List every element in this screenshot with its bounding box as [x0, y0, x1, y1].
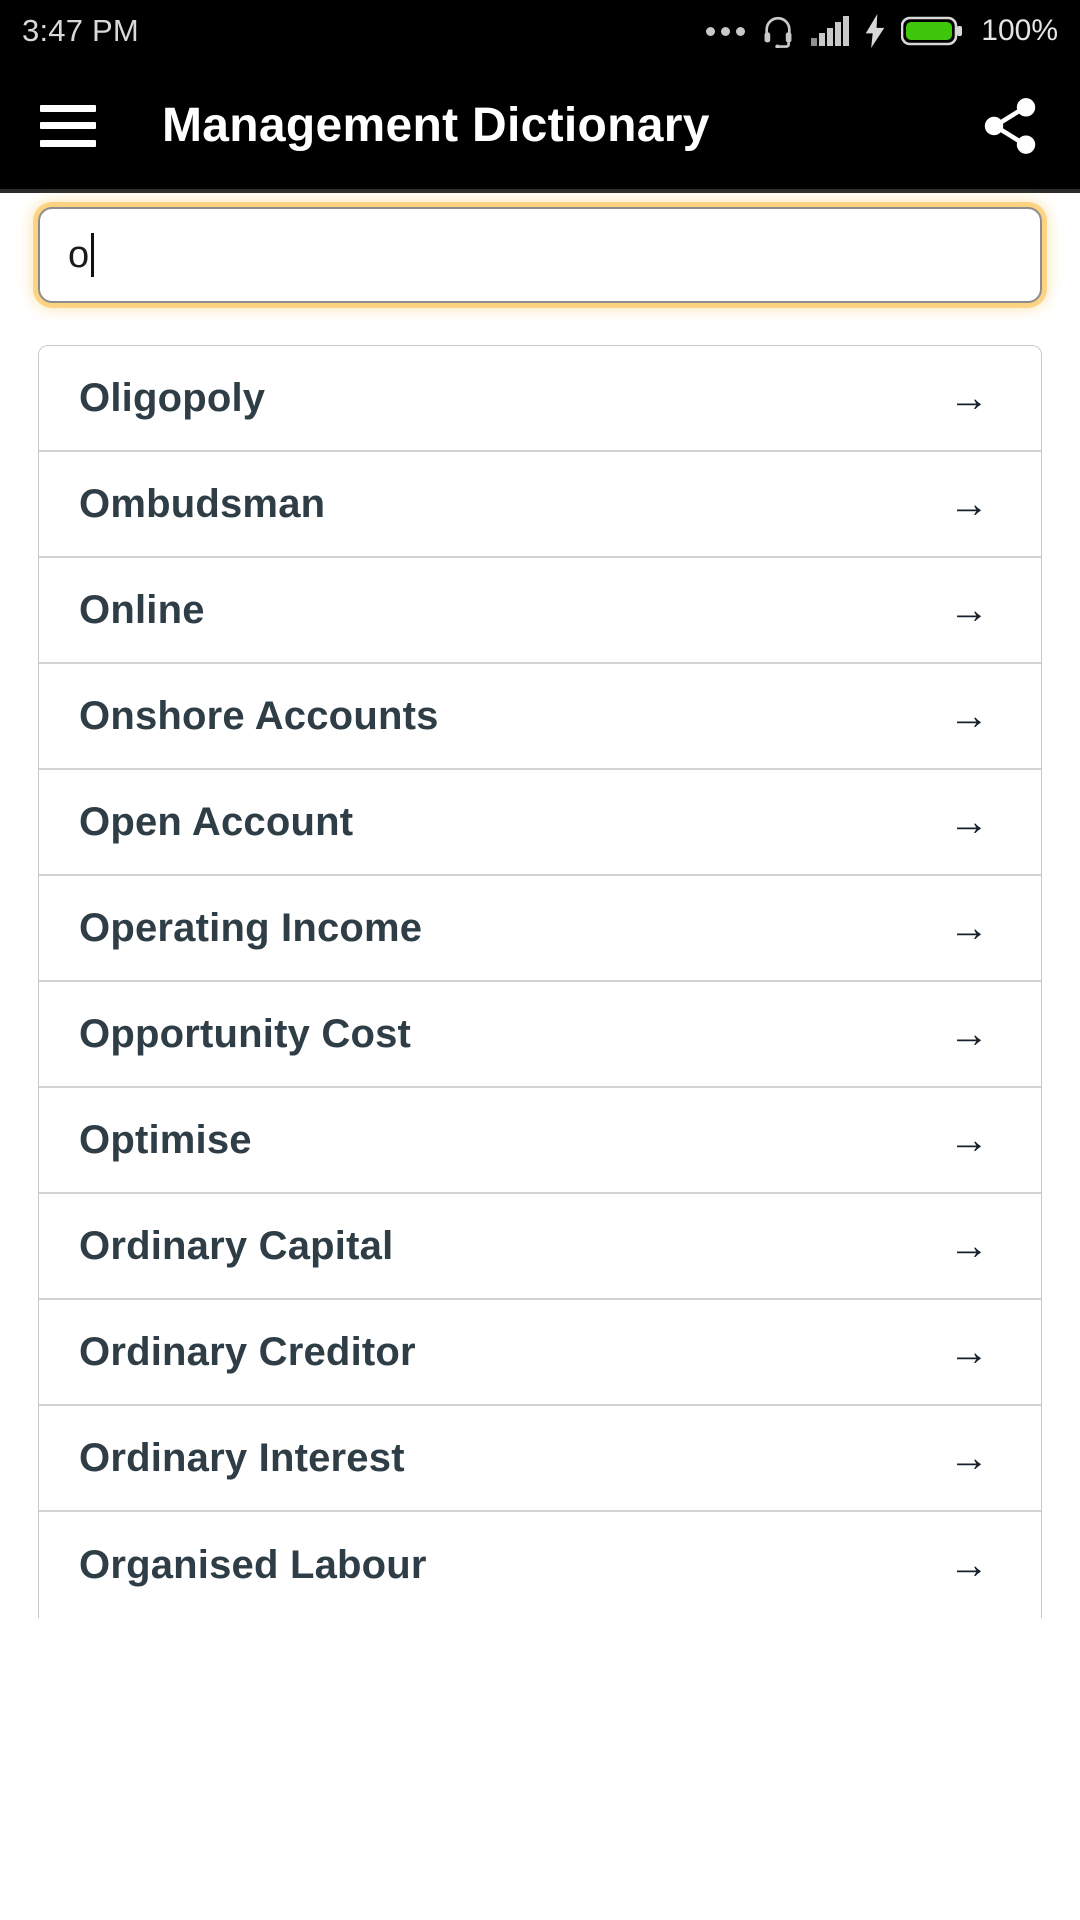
arrow-right-icon: → — [949, 1224, 989, 1268]
list-item[interactable]: Oligopoly → — [39, 346, 1041, 452]
list-item[interactable]: Open Account → — [39, 770, 1041, 876]
status-bar-clock: 3:47 PM — [22, 13, 139, 48]
battery-percent-label: 100% — [981, 14, 1058, 47]
list-item-label: Ombudsman — [79, 481, 326, 526]
search-input[interactable]: o — [38, 207, 1042, 303]
arrow-right-icon: → — [949, 1436, 989, 1480]
list-item-label: Organised Labour — [79, 1542, 427, 1587]
text-caret — [91, 233, 95, 277]
list-item-label: Online — [79, 587, 205, 632]
search-input-value: o — [68, 234, 90, 276]
arrow-right-icon: → — [949, 588, 989, 632]
list-item-label: Ordinary Interest — [79, 1435, 405, 1480]
page-title: Management Dictionary — [162, 99, 710, 152]
list-item[interactable]: Optimise → — [39, 1088, 1041, 1194]
list-item[interactable]: Operating Income → — [39, 876, 1041, 982]
battery-icon — [901, 15, 963, 47]
list-item[interactable]: Onshore Accounts → — [39, 664, 1041, 770]
hamburger-menu-icon[interactable] — [40, 104, 96, 147]
share-icon[interactable] — [974, 90, 1046, 162]
list-item-label: Operating Income — [79, 905, 423, 950]
arrow-right-icon: → — [949, 1118, 989, 1162]
list-item[interactable]: Organised Labour → — [39, 1512, 1041, 1618]
arrow-right-icon: → — [949, 1330, 989, 1374]
arrow-right-icon: → — [949, 482, 989, 526]
arrow-right-icon: → — [949, 376, 989, 420]
list-item[interactable]: Opportunity Cost → — [39, 982, 1041, 1088]
list-item[interactable]: Online → — [39, 558, 1041, 664]
headset-icon — [761, 14, 795, 48]
list-item-label: Oligopoly — [79, 375, 266, 420]
list-item[interactable]: Ordinary Capital → — [39, 1194, 1041, 1300]
app-bar: Management Dictionary — [0, 62, 1080, 189]
arrow-right-icon: → — [949, 906, 989, 950]
list-item-label: Opportunity Cost — [79, 1011, 412, 1056]
charging-bolt-icon — [865, 14, 885, 48]
signal-bars-icon — [811, 16, 850, 46]
arrow-right-icon: → — [949, 800, 989, 844]
arrow-right-icon: → — [949, 1012, 989, 1056]
arrow-right-icon: → — [949, 694, 989, 738]
list-item[interactable]: Ordinary Interest → — [39, 1406, 1041, 1512]
list-item-label: Ordinary Capital — [79, 1223, 394, 1268]
arrow-right-icon: → — [949, 1543, 989, 1587]
more-dots-icon — [706, 26, 746, 36]
list-item[interactable]: Ombudsman → — [39, 452, 1041, 558]
search-results-list: Oligopoly → Ombudsman → Online → Onshore… — [38, 345, 1042, 1618]
status-bar-icons: 100% — [706, 14, 1058, 48]
list-item-label: Open Account — [79, 799, 354, 844]
search-section: o — [0, 193, 1080, 303]
list-item-label: Onshore Accounts — [79, 693, 439, 738]
list-item-label: Ordinary Creditor — [79, 1329, 416, 1374]
list-item[interactable]: Ordinary Creditor → — [39, 1300, 1041, 1406]
status-bar: 3:47 PM 100% — [0, 0, 1080, 62]
list-item-label: Optimise — [79, 1117, 252, 1162]
